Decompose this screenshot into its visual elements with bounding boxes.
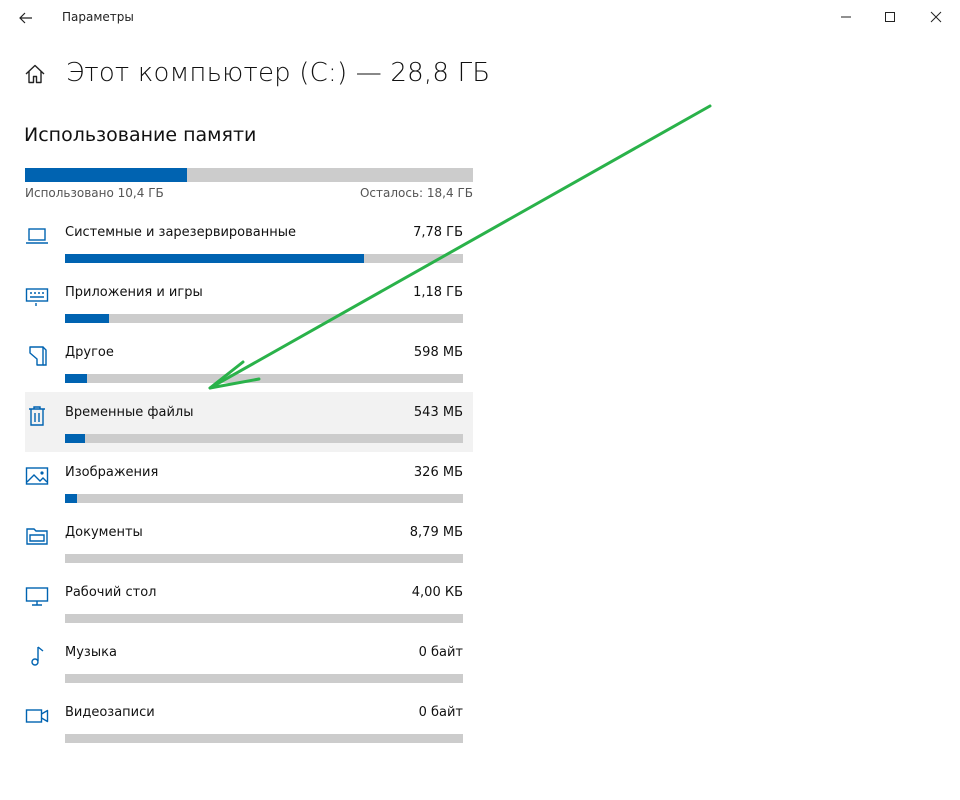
laptop-icon xyxy=(26,228,48,244)
monitor-icon xyxy=(25,587,49,606)
title-bar: Параметры xyxy=(0,0,960,36)
category-size: 4,00 КБ xyxy=(411,585,463,600)
trash-icon xyxy=(29,406,45,426)
category-usage-bar xyxy=(65,674,463,683)
category-usage-bar xyxy=(65,434,463,443)
section-title: Использование памяти xyxy=(24,124,257,146)
storage-category-1[interactable]: Приложения и игры 1,18 ГБ xyxy=(25,272,473,332)
category-label: Временные файлы xyxy=(65,405,194,420)
total-usage-fill xyxy=(25,168,187,182)
category-label: Изображения xyxy=(65,465,159,480)
category-usage-bar xyxy=(65,314,463,323)
free-space-label: Осталось: 18,4 ГБ xyxy=(359,186,473,200)
storage-category-8[interactable]: Видеозаписи 0 байт xyxy=(25,692,473,752)
category-usage-fill xyxy=(65,374,87,383)
total-usage-bar xyxy=(25,168,473,182)
page-title: Этот компьютер (C:) — 28,8 ГБ xyxy=(66,58,491,88)
category-size: 326 МБ xyxy=(413,465,463,480)
storage-category-7[interactable]: Музыка 0 байт xyxy=(25,632,473,692)
storage-category-2[interactable]: Другое 598 МБ xyxy=(25,332,473,392)
storage-category-6[interactable]: Рабочий стол 4,00 КБ xyxy=(25,572,473,632)
category-usage-fill xyxy=(65,314,109,323)
category-label: Музыка xyxy=(65,645,117,660)
category-usage-bar xyxy=(65,614,463,623)
category-label: Документы xyxy=(65,525,143,540)
category-size: 0 байт xyxy=(418,645,463,660)
maximize-button[interactable] xyxy=(867,0,913,34)
folder-icon xyxy=(26,528,48,545)
keyboard-icon xyxy=(25,288,49,306)
music-note-icon xyxy=(31,646,44,666)
category-usage-bar xyxy=(65,734,463,743)
image-icon xyxy=(25,467,49,485)
category-size: 7,78 ГБ xyxy=(413,225,463,240)
video-camera-icon xyxy=(25,709,49,723)
category-label: Другое xyxy=(65,345,114,360)
category-usage-bar xyxy=(65,254,463,263)
category-size: 1,18 ГБ xyxy=(413,285,463,300)
other-files-icon xyxy=(29,346,47,366)
category-label: Приложения и игры xyxy=(65,285,203,300)
category-label: Системные и зарезервированные xyxy=(65,225,297,240)
maximize-icon xyxy=(885,12,895,22)
category-size: 0 байт xyxy=(418,705,463,720)
category-usage-fill xyxy=(65,494,77,503)
storage-category-4[interactable]: Изображения 326 МБ xyxy=(25,452,473,512)
home-icon[interactable] xyxy=(24,63,46,85)
storage-category-0[interactable]: Системные и зарезервированные 7,78 ГБ xyxy=(25,212,473,272)
category-size: 598 МБ xyxy=(413,345,463,360)
app-title: Параметры xyxy=(62,10,134,24)
category-usage-bar xyxy=(65,374,463,383)
back-arrow-icon xyxy=(19,12,32,24)
category-size: 543 МБ xyxy=(413,405,463,420)
used-space-label: Использовано 10,4 ГБ xyxy=(25,186,164,200)
minimize-icon xyxy=(841,16,851,18)
storage-category-5[interactable]: Документы 8,79 МБ xyxy=(25,512,473,572)
storage-category-3[interactable]: Временные файлы 543 МБ xyxy=(25,392,473,452)
category-usage-bar xyxy=(65,494,463,503)
category-usage-bar xyxy=(65,554,463,563)
category-label: Видеозаписи xyxy=(65,705,155,720)
category-usage-fill xyxy=(65,254,364,263)
category-usage-fill xyxy=(65,434,85,443)
close-icon xyxy=(930,11,942,23)
category-label: Рабочий стол xyxy=(65,585,157,600)
category-size: 8,79 МБ xyxy=(409,525,463,540)
minimize-button[interactable] xyxy=(823,0,869,34)
close-button[interactable] xyxy=(913,0,959,34)
back-button[interactable] xyxy=(12,6,40,30)
